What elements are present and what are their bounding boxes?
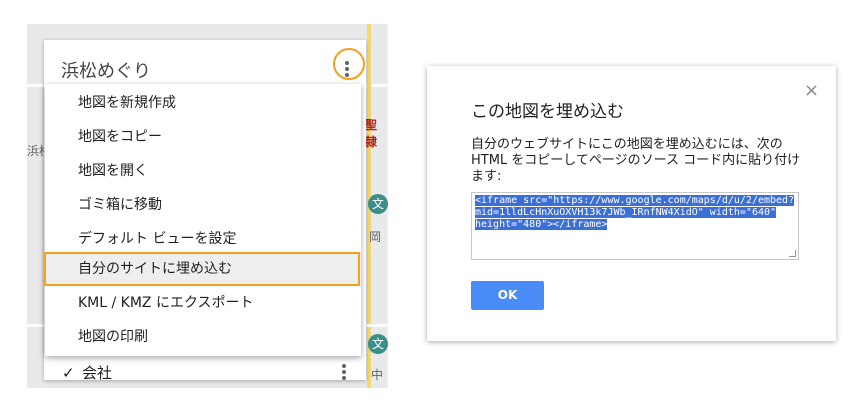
dialog-description: 自分のウェブサイトにこの地図を埋め込むには、次の HTML をコピーしてページの… [471, 137, 801, 184]
menu-item-open-map[interactable]: 地図を開く [45, 154, 361, 188]
menu-item-copy-map[interactable]: 地図をコピー [45, 120, 361, 154]
map-options-menu: 地図を新規作成 地図をコピー 地図を開く ゴミ箱に移動 デフォルト ビューを設定… [45, 84, 361, 356]
close-icon[interactable]: × [804, 80, 819, 101]
menu-highlight-ring [333, 48, 365, 80]
school-icon: 文 [368, 194, 388, 214]
ok-button[interactable]: OK [471, 281, 544, 310]
menu-item-default-view[interactable]: デフォルト ビューを設定 [45, 222, 361, 256]
menu-item-export-kml[interactable]: KML / KMZ にエクスポート [45, 286, 361, 320]
embed-dialog: × この地図を埋め込む 自分のウェブサイトにこの地図を埋め込むには、次の HTM… [427, 66, 836, 341]
menu-item-trash[interactable]: ゴミ箱に移動 [45, 188, 361, 222]
map-label: 聖隷 [365, 118, 378, 149]
embed-code-textarea[interactable]: <iframe src="https://www.google.com/maps… [471, 192, 799, 260]
menu-item-new-map[interactable]: 地図を新規作成 [45, 86, 361, 120]
resize-handle-icon[interactable] [789, 250, 796, 257]
school-icon: 文 [368, 334, 388, 354]
checkbox-icon[interactable]: ✓ [62, 364, 76, 382]
embed-code-text[interactable]: <iframe src="https://www.google.com/maps… [475, 195, 795, 230]
map-label: 中 [371, 368, 384, 382]
map-title[interactable]: 浜松めぐり [61, 57, 151, 83]
dialog-title: この地図を埋め込む [471, 102, 624, 122]
layer-row[interactable]: ✓ 会社 [62, 362, 112, 383]
embed-highlight-box [44, 252, 360, 286]
menu-item-print[interactable]: 地図の印刷 [45, 320, 361, 354]
layer-label: 会社 [82, 364, 113, 382]
more-vert-icon[interactable] [334, 362, 350, 382]
map-label: 岡 [369, 230, 382, 244]
